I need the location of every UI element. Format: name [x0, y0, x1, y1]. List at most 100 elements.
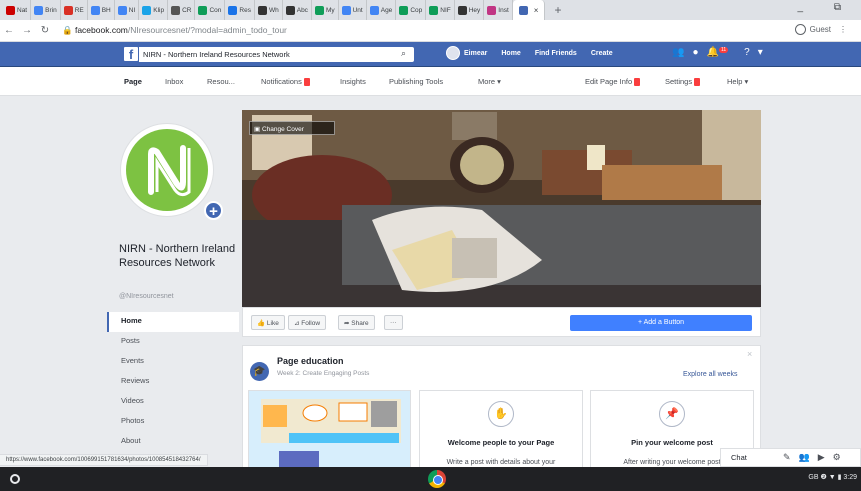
- system-tray[interactable]: GB ❷ ▼ ▮ 3:29: [808, 473, 857, 481]
- lock-icon: 🔒: [62, 25, 75, 35]
- address-bar: ← → ↻ 🔒 facebook.com/NIresourcesnet/?mod…: [0, 20, 861, 42]
- tab-favicon-icon: [6, 5, 15, 15]
- browser-tab[interactable]: Res: [225, 0, 255, 20]
- more-options-button[interactable]: ···: [384, 315, 403, 330]
- sidebar-item-reviews[interactable]: Reviews: [107, 372, 239, 392]
- browser-tab[interactable]: Klip: [139, 0, 169, 20]
- tab-more[interactable]: More ▾: [478, 77, 501, 86]
- browser-tab[interactable]: CR: [168, 0, 196, 20]
- reload-icon[interactable]: ↻: [36, 25, 54, 36]
- tab-insights[interactable]: Insights: [340, 77, 366, 86]
- tab-favicon-icon: [314, 5, 324, 15]
- update-picture-button[interactable]: +: [204, 201, 223, 220]
- tab-favicon-icon: [228, 5, 238, 15]
- page-handle[interactable]: @NIresourcesnet: [119, 293, 174, 300]
- create-link[interactable]: Create: [591, 50, 613, 57]
- back-icon[interactable]: ←: [0, 25, 18, 36]
- sidebar-item-events[interactable]: Events: [107, 352, 239, 372]
- tab-favicon-icon: [341, 5, 351, 15]
- search-input[interactable]: NIRN - Northern Ireland Resources Networ…: [139, 47, 414, 62]
- browser-tab[interactable]: Nat: [3, 0, 32, 20]
- browser-tab[interactable]: NI: [115, 0, 140, 20]
- sidebar-item-home[interactable]: Home: [107, 312, 239, 332]
- graduation-cap-icon: 🎓: [250, 362, 269, 381]
- tab-notifications[interactable]: Notifications: [261, 77, 310, 87]
- forward-icon[interactable]: →: [18, 25, 36, 36]
- profile-link[interactable]: Eimear: [464, 50, 487, 57]
- nirn-logo-icon: [126, 129, 208, 211]
- browser-tab[interactable]: Brin: [31, 0, 61, 20]
- browser-tab[interactable]: Con: [195, 0, 226, 20]
- tab-favicon-icon: [34, 5, 44, 15]
- tab-favicon-icon: [429, 5, 439, 15]
- facebook-logo-icon[interactable]: f: [124, 47, 138, 62]
- tab-resources[interactable]: Resou...: [207, 77, 235, 86]
- search-icon[interactable]: ⌕: [401, 48, 406, 59]
- home-link[interactable]: Home: [501, 50, 520, 57]
- browser-tab-active[interactable]: ×: [512, 0, 546, 20]
- link-status-bar: https://www.facebook.com/100699151781634…: [0, 454, 208, 466]
- account-menu-icon[interactable]: ▾: [758, 47, 763, 58]
- tab-favicon-icon: [399, 5, 409, 15]
- notification-count-badge: 11: [718, 47, 729, 53]
- page-profile-picture[interactable]: [121, 124, 213, 216]
- add-a-button[interactable]: + Add a Button: [570, 315, 752, 331]
- chat-options-icons[interactable]: ✎👥▶⚙: [783, 452, 849, 463]
- sidebar-item-videos[interactable]: Videos: [107, 392, 239, 412]
- tab-favicon-icon: [487, 5, 497, 15]
- settings-link[interactable]: Settings: [665, 77, 701, 87]
- share-button[interactable]: ➦ Share: [338, 315, 375, 330]
- browser-tab[interactable]: Unt: [339, 0, 367, 20]
- sidebar-item-about[interactable]: About: [107, 432, 239, 452]
- settings-badge: [694, 78, 701, 87]
- launcher-icon[interactable]: [10, 474, 20, 484]
- tab-favicon-icon: [171, 5, 181, 15]
- browser-tab[interactable]: Inst: [484, 0, 513, 20]
- share-icon: ➦: [344, 320, 350, 327]
- sidebar-item-posts[interactable]: Posts: [107, 332, 239, 352]
- browser-tab[interactable]: Cop: [396, 0, 427, 20]
- browser-tab[interactable]: BH: [88, 0, 115, 20]
- help-menu[interactable]: Help ▾: [727, 77, 748, 86]
- help-icon[interactable]: ?: [744, 47, 750, 58]
- new-tab-icon[interactable]: +: [554, 3, 561, 17]
- tab-favicon-icon: [257, 5, 267, 15]
- window-controls[interactable]: _ ⧉: [798, 2, 855, 13]
- browser-tab[interactable]: Wh: [255, 0, 283, 20]
- chrome-icon[interactable]: [428, 470, 446, 488]
- browser-tab-strip: Nat Brin RE BH NI Klip CR Con Res Wh Abc My Unt Age Co…: [0, 0, 861, 20]
- change-cover-button[interactable]: ▣ Change Cover: [249, 121, 335, 135]
- browser-tab[interactable]: RE: [61, 0, 88, 20]
- notifications-icon[interactable]: 🔔 11: [707, 47, 737, 58]
- guest-profile-button[interactable]: Guest ⋮: [794, 24, 847, 35]
- cover-photo[interactable]: [242, 110, 761, 307]
- avatar[interactable]: [446, 46, 460, 60]
- find-friends-link[interactable]: Find Friends: [535, 50, 577, 57]
- explore-all-weeks-link[interactable]: Explore all weeks: [683, 371, 737, 378]
- browser-tab[interactable]: NIF: [426, 0, 455, 20]
- browser-tab[interactable]: Hey: [455, 0, 485, 20]
- tab-favicon-icon: [142, 5, 152, 15]
- messenger-icon[interactable]: ●: [692, 47, 698, 58]
- sidebar-item-photos[interactable]: Photos: [107, 412, 239, 432]
- close-tab-icon[interactable]: ×: [534, 6, 539, 15]
- close-icon[interactable]: ×: [747, 349, 752, 359]
- facebook-favicon-icon: [518, 5, 528, 15]
- menu-icon[interactable]: ⋮: [839, 25, 847, 34]
- system-shelf: GB ❷ ▼ ▮ 3:29: [0, 467, 861, 491]
- like-button[interactable]: 👍 Like: [251, 315, 285, 330]
- education-subtitle: Week 2: Create Engaging Posts: [277, 370, 370, 377]
- tab-page[interactable]: Page: [124, 77, 142, 86]
- friend-requests-icon[interactable]: 👥: [672, 47, 684, 58]
- tab-inbox[interactable]: Inbox: [165, 77, 183, 86]
- tab-favicon-icon: [198, 5, 208, 15]
- page-admin-nav: Page Inbox Resou... Notifications Insigh…: [0, 67, 861, 96]
- browser-tab[interactable]: Abc: [283, 0, 312, 20]
- browser-tab[interactable]: Age: [367, 0, 397, 20]
- tab-publishing-tools[interactable]: Publishing Tools: [389, 77, 443, 86]
- chat-bar[interactable]: Chat ✎👥▶⚙: [720, 448, 861, 467]
- edit-page-info-link[interactable]: Edit Page Info: [585, 77, 641, 87]
- browser-tab[interactable]: My: [312, 0, 339, 20]
- url-field[interactable]: 🔒 facebook.com/NIresourcesnet/?modal=adm…: [62, 25, 287, 36]
- follow-button[interactable]: ⊿ Follow: [288, 315, 327, 330]
